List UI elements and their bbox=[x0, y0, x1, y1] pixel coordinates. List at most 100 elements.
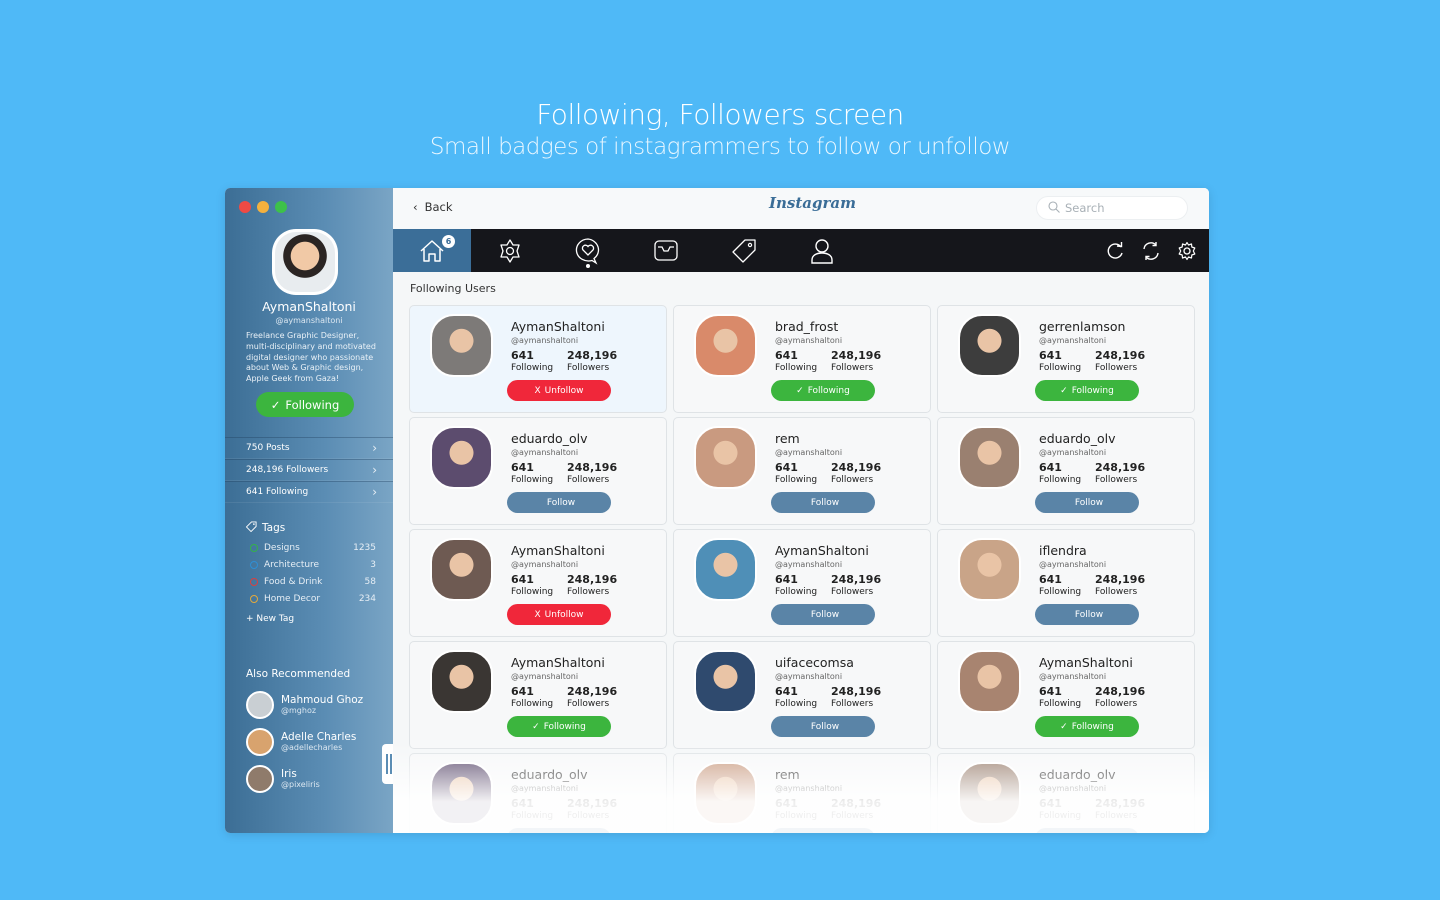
user-card: brad_frost @aymanshaltoni 641 Following 2… bbox=[673, 305, 931, 413]
user-handle: @aymanshaltoni bbox=[775, 560, 843, 569]
close-icon: X bbox=[534, 385, 541, 396]
avatar[interactable] bbox=[694, 538, 757, 601]
new-tag-link[interactable]: + New Tag bbox=[246, 614, 294, 624]
recommended-user[interactable]: Iris @pixeliris bbox=[246, 760, 363, 797]
followers-stat: 248,196 Followers bbox=[831, 573, 882, 598]
user-card: AymanShaltoni @aymanshaltoni 641 Followin… bbox=[673, 529, 931, 637]
user-handle: @aymanshaltoni bbox=[775, 672, 843, 681]
nav-tags[interactable] bbox=[705, 229, 783, 272]
user-handle: @aymanshaltoni bbox=[1039, 784, 1107, 793]
user-handle: @aymanshaltoni bbox=[775, 336, 843, 345]
nav-inbox[interactable] bbox=[627, 229, 705, 272]
user-name[interactable]: rem bbox=[775, 767, 800, 782]
profile-avatar[interactable] bbox=[272, 229, 338, 295]
avatar[interactable] bbox=[430, 538, 493, 601]
user-grid: AymanShaltoni @aymanshaltoni 641 Followin… bbox=[409, 305, 1195, 833]
back-button[interactable]: ‹ Back bbox=[413, 200, 453, 214]
nav-home[interactable]: 6 bbox=[393, 229, 471, 272]
follow-toggle-button[interactable]: Follow bbox=[1035, 604, 1139, 625]
follow-toggle-button[interactable]: ✓ Following bbox=[1035, 716, 1139, 737]
top-bar: ‹ Back Instagram Search bbox=[393, 188, 1209, 229]
minimize-window-button[interactable] bbox=[257, 201, 269, 213]
follow-toggle-button[interactable]: ✓ Following bbox=[507, 716, 611, 737]
follow-toggle-button[interactable]: Follow bbox=[1035, 492, 1139, 513]
follow-toggle-button[interactable]: Follow bbox=[771, 716, 875, 737]
user-name[interactable]: gerrenlamson bbox=[1039, 319, 1125, 334]
app-window: AymanShaltoni @aymanshaltoni Freelance G… bbox=[225, 188, 1209, 833]
avatar[interactable] bbox=[958, 538, 1021, 601]
stat-posts[interactable]: 750 Posts › bbox=[225, 437, 393, 459]
avatar[interactable] bbox=[958, 426, 1021, 489]
user-name[interactable]: iflendra bbox=[1039, 543, 1087, 558]
sidebar: AymanShaltoni @aymanshaltoni Freelance G… bbox=[225, 188, 396, 833]
tag-item[interactable]: Food & Drink 58 bbox=[250, 573, 376, 590]
refresh-icon[interactable] bbox=[1105, 241, 1125, 261]
user-name[interactable]: rem bbox=[775, 431, 800, 446]
user-name[interactable]: eduardo_olv bbox=[511, 431, 587, 446]
user-card: rem @aymanshaltoni 641 Following 248,196 F… bbox=[673, 417, 931, 525]
follow-toggle-button[interactable]: X Unfollow bbox=[507, 604, 611, 625]
maximize-window-button[interactable] bbox=[275, 201, 287, 213]
avatar[interactable] bbox=[694, 314, 757, 377]
avatar[interactable] bbox=[694, 650, 757, 713]
user-card: eduardo_olv @aymanshaltoni 641 Following … bbox=[409, 417, 667, 525]
sync-icon[interactable] bbox=[1141, 241, 1161, 261]
user-name[interactable]: AymanShaltoni bbox=[1039, 655, 1133, 670]
tag-item[interactable]: Home Decor 234 bbox=[250, 590, 376, 607]
following-stat: 641 Following bbox=[511, 349, 554, 374]
avatar[interactable] bbox=[694, 762, 757, 825]
follow-toggle-button[interactable]: Follow bbox=[771, 828, 875, 833]
following-stat: 641 Following bbox=[1039, 573, 1082, 598]
follow-toggle-button[interactable]: ✓ Following bbox=[771, 380, 875, 401]
nav-explore[interactable] bbox=[471, 229, 549, 272]
nav-activity[interactable] bbox=[549, 229, 627, 272]
user-name[interactable]: AymanShaltoni bbox=[511, 319, 605, 334]
follow-toggle-button[interactable]: Follow bbox=[507, 492, 611, 513]
follow-toggle-button[interactable]: Follow bbox=[1035, 828, 1139, 833]
profile-following-button[interactable]: ✓ Following bbox=[256, 392, 354, 417]
avatar[interactable] bbox=[430, 650, 493, 713]
hero-title: Following, Followers screen bbox=[536, 98, 904, 131]
follow-toggle-button[interactable]: Follow bbox=[771, 604, 875, 625]
close-window-button[interactable] bbox=[239, 201, 251, 213]
follow-toggle-button[interactable]: Follow bbox=[507, 828, 611, 833]
avatar[interactable] bbox=[694, 426, 757, 489]
following-stat: 641 Following bbox=[1039, 797, 1082, 822]
avatar[interactable] bbox=[430, 426, 493, 489]
follow-toggle-button[interactable]: ✓ Following bbox=[1035, 380, 1139, 401]
user-name[interactable]: brad_frost bbox=[775, 319, 838, 334]
tag-item[interactable]: Architecture 3 bbox=[250, 556, 376, 573]
user-name[interactable]: AymanShaltoni bbox=[511, 543, 605, 558]
recommended-user[interactable]: Mahmoud Ghoz @mghoz bbox=[246, 686, 363, 723]
avatar[interactable] bbox=[958, 314, 1021, 377]
stat-following[interactable]: 641 Following › bbox=[225, 481, 393, 503]
settings-icon[interactable] bbox=[1177, 241, 1197, 261]
avatar[interactable] bbox=[958, 650, 1021, 713]
avatar bbox=[246, 764, 274, 793]
avatar[interactable] bbox=[958, 762, 1021, 825]
avatar[interactable] bbox=[430, 762, 493, 825]
user-handle: @aymanshaltoni bbox=[775, 784, 843, 793]
user-name[interactable]: AymanShaltoni bbox=[775, 543, 869, 558]
stat-followers[interactable]: 248,196 Followers › bbox=[225, 459, 393, 481]
user-name[interactable]: AymanShaltoni bbox=[511, 655, 605, 670]
user-name[interactable]: eduardo_olv bbox=[1039, 431, 1115, 446]
search-input[interactable]: Search bbox=[1036, 196, 1188, 220]
followers-stat: 248,196 Followers bbox=[1095, 573, 1146, 598]
tag-color-dot bbox=[250, 560, 258, 569]
user-name[interactable]: eduardo_olv bbox=[1039, 767, 1115, 782]
follow-toggle-button[interactable]: X Unfollow bbox=[507, 380, 611, 401]
tag-item[interactable]: Designs 1235 bbox=[250, 539, 376, 556]
user-handle: @aymanshaltoni bbox=[1039, 672, 1107, 681]
nav-profile[interactable] bbox=[783, 229, 861, 272]
avatar[interactable] bbox=[430, 314, 493, 377]
follow-toggle-button[interactable]: Follow bbox=[771, 492, 875, 513]
checkmark-icon: ✓ bbox=[1060, 721, 1068, 732]
following-stat: 641 Following bbox=[775, 349, 818, 374]
recommended-user[interactable]: Adelle Charles @adellecharles bbox=[246, 723, 363, 760]
chevron-left-icon: ‹ bbox=[413, 200, 418, 214]
followers-stat: 248,196 Followers bbox=[831, 461, 882, 486]
following-stat: 641 Following bbox=[1039, 685, 1082, 710]
user-name[interactable]: eduardo_olv bbox=[511, 767, 587, 782]
user-name[interactable]: uifacecomsa bbox=[775, 655, 854, 670]
